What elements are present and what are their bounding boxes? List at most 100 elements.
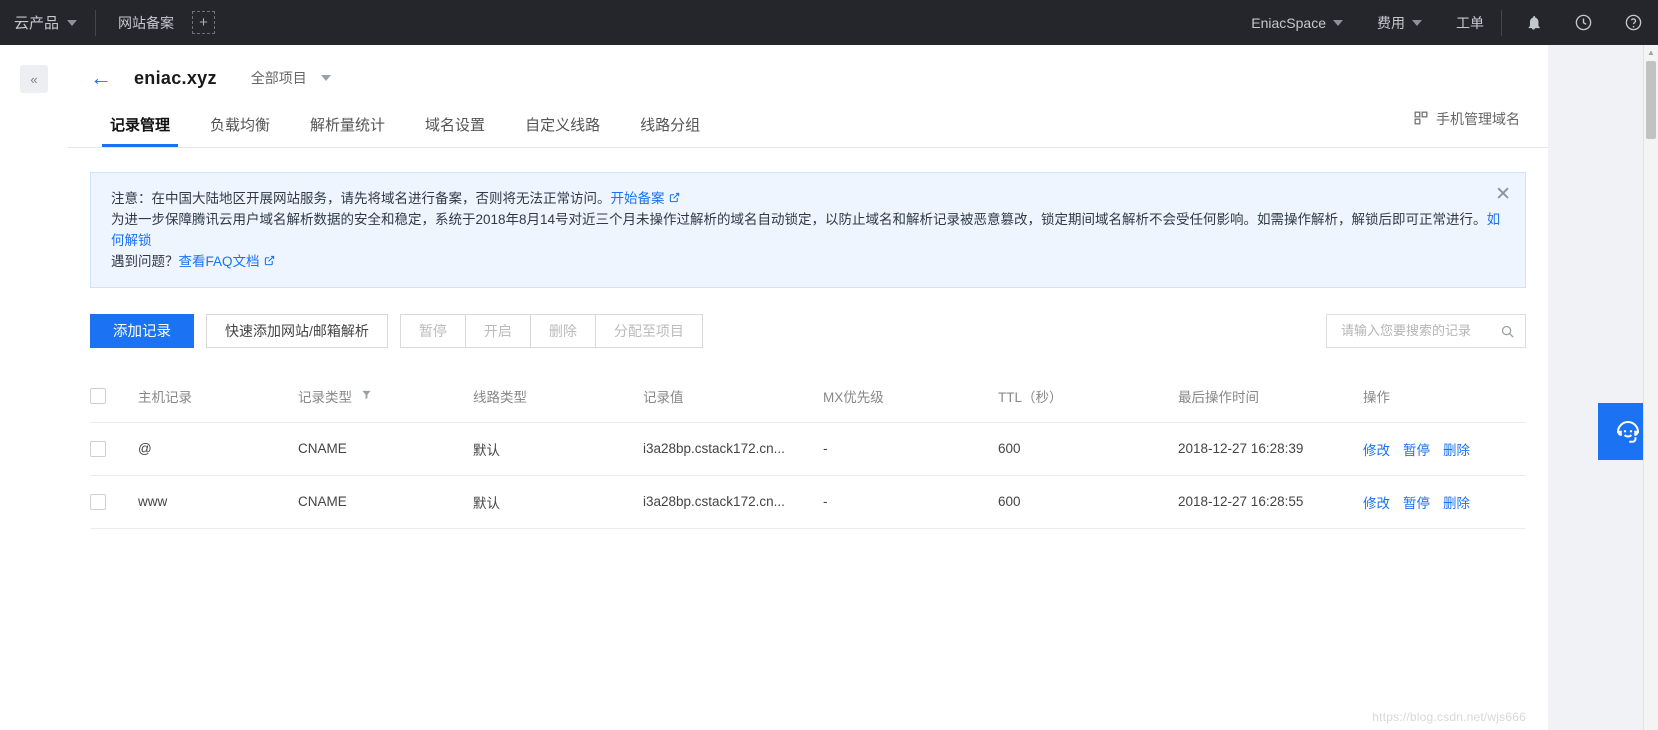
row-pause-link[interactable]: 暂停 [1403,439,1430,459]
filter-icon[interactable] [361,389,372,403]
column-last-operation-time: 最后操作时间 [1178,389,1259,405]
scrollbar-thumb[interactable] [1646,61,1656,139]
select-all-checkbox[interactable] [90,387,106,404]
cloud-products-label: 云产品 [14,15,60,32]
app-root: 云产品 网站备案 + EniacSpace 费用 工单 « ← eniac.xy… [0,0,1658,730]
start-beian-link[interactable]: 开始备案 [611,191,665,206]
chevron-down-icon [67,19,78,26]
tab-query-stats[interactable]: 解析量统计 [290,114,405,147]
cell-host: @ [138,441,152,457]
tab-line-groups[interactable]: 线路分组 [620,114,720,147]
external-link-icon [264,252,275,273]
table-header-row: 主机记录 记录类型 线路类型 记录值 MX优先级 TTL（秒） 最后操作时间 操… [90,370,1526,423]
page-scrollbar[interactable]: ▲ [1643,45,1658,730]
faq-doc-link[interactable]: 查看FAQ文档 [179,254,260,269]
row-pause-link[interactable]: 暂停 [1403,492,1430,512]
back-arrow-icon[interactable]: ← [90,67,112,89]
cell-actions: 修改 暂停 删除 [1363,439,1526,459]
cell-value: i3a28bp.cstack172.cn... [643,441,785,457]
notice-line-2-text: 为进一步保障腾讯云用户域名解析数据的安全和稳定，系统于2018年8月14号对近三… [111,211,1487,227]
cloud-products-menu[interactable]: 云产品 [0,0,95,45]
search-input[interactable] [1339,322,1493,340]
tab-record-management[interactable]: 记录管理 [90,114,190,147]
cell-line-type: 默认 [473,442,500,458]
table-row[interactable]: www CNAME 默认 i3a28bp.cstack172.cn... - 6… [90,476,1526,529]
add-tab-button[interactable]: + [192,11,216,34]
main-panel: ← eniac.xyz 全部项目 手机管理域名 记录管理 负载均衡 解析量统计 … [68,45,1548,730]
chevron-down-icon [320,75,331,81]
assign-to-project-button[interactable]: 分配至项目 [594,313,703,348]
add-record-button[interactable]: 添加记录 [90,313,194,348]
cell-line-type: 默认 [473,495,500,511]
account-menu[interactable]: EniacSpace [1234,15,1360,31]
column-host: 主机记录 [138,389,192,405]
tab-custom-lines[interactable]: 自定义线路 [505,114,620,147]
row-checkbox[interactable] [90,440,106,457]
column-actions: 操作 [1363,389,1390,405]
enable-button[interactable]: 开启 [464,313,531,348]
topbar-tab-beian[interactable]: 网站备案 [118,13,174,33]
column-type-label: 记录类型 [298,389,352,405]
tab-domain-settings[interactable]: 域名设置 [405,114,505,147]
row-edit-link[interactable]: 修改 [1363,492,1390,512]
column-ttl: TTL（秒） [998,389,1063,405]
notice-close-button[interactable]: ✕ [1495,185,1511,204]
cell-type: CNAME [298,441,347,457]
notice-line-1-text: 注意：在中国大陆地区开展网站服务，请先将域名进行备案，否则将无法正常访问。 [111,191,611,206]
headset-smile-icon [1617,420,1639,443]
cell-ttl: 600 [998,441,1021,457]
row-select-cell[interactable] [90,493,138,510]
external-link-icon [669,189,680,210]
project-selector-label: 全部项目 [250,70,307,86]
column-value: 记录值 [643,389,684,405]
row-select-cell[interactable] [90,440,138,457]
select-all-cell[interactable] [90,387,138,404]
notice-line-2: 为进一步保障腾讯云用户域名解析数据的安全和稳定，系统于2018年8月14号对近三… [111,210,1505,252]
billing-menu[interactable]: 费用 [1360,13,1439,33]
row-checkbox[interactable] [90,493,106,510]
chevron-down-icon [1412,19,1422,26]
notice-line-1: 注意：在中国大陆地区开展网站服务，请先将域名进行备案，否则将无法正常访问。开始备… [111,189,1505,210]
quick-add-button[interactable]: 快速添加网站/邮箱解析 [206,313,388,348]
cell-actions: 修改 暂停 删除 [1363,492,1526,512]
qr-code-icon [1414,111,1428,128]
delete-button[interactable]: 删除 [529,313,596,348]
records-toolbar: 添加记录 快速添加网站/邮箱解析 暂停 开启 删除 分配至项目 [68,288,1548,348]
table-body: @ CNAME 默认 i3a28bp.cstack172.cn... - 600… [90,423,1526,529]
cell-type: CNAME [298,494,347,510]
topbar-icon-group [1502,0,1658,45]
scroll-up-arrow-icon[interactable]: ▲ [1644,45,1658,59]
table-row[interactable]: @ CNAME 默认 i3a28bp.cstack172.cn... - 600… [90,423,1526,476]
bell-icon[interactable] [1508,0,1558,45]
column-type: 记录类型 [298,386,473,406]
topbar-tabs: 网站备案 + [96,0,216,45]
global-topbar: 云产品 网站备案 + EniacSpace 费用 工单 [0,0,1658,45]
clock-icon[interactable] [1558,0,1608,45]
page-title: eniac.xyz [134,67,217,88]
records-table: 主机记录 记录类型 线路类型 记录值 MX优先级 TTL（秒） 最后操作时间 操… [90,370,1526,529]
mobile-manage-label: 手机管理域名 [1436,111,1520,127]
row-delete-link[interactable]: 删除 [1443,439,1470,459]
cell-ttl: 600 [998,494,1021,510]
page-tabs: 记录管理 负载均衡 解析量统计 域名设置 自定义线路 线路分组 [68,89,1548,147]
tickets-link[interactable]: 工单 [1439,13,1501,33]
help-icon[interactable] [1608,0,1658,45]
search-box[interactable] [1326,313,1526,348]
column-line-type: 线路类型 [473,389,527,405]
sidebar-collapse-button[interactable]: « [20,65,48,93]
row-delete-link[interactable]: 删除 [1443,492,1470,512]
column-mx-priority: MX优先级 [823,389,884,405]
mobile-manage-link[interactable]: 手机管理域名 [1414,109,1520,129]
cell-host: www [138,494,168,510]
pause-button[interactable]: 暂停 [399,313,466,348]
row-edit-link[interactable]: 修改 [1363,439,1390,459]
tab-load-balance[interactable]: 负载均衡 [190,114,290,147]
cell-mx: - [823,494,828,510]
tickets-label: 工单 [1456,14,1484,31]
search-icon[interactable] [1500,324,1515,342]
billing-label: 费用 [1377,14,1405,31]
page-header: ← eniac.xyz 全部项目 [68,45,1548,89]
cell-mx: - [823,441,828,457]
project-selector[interactable]: 全部项目 [251,68,331,88]
notice-line-3-text: 遇到问题？ [111,253,179,269]
